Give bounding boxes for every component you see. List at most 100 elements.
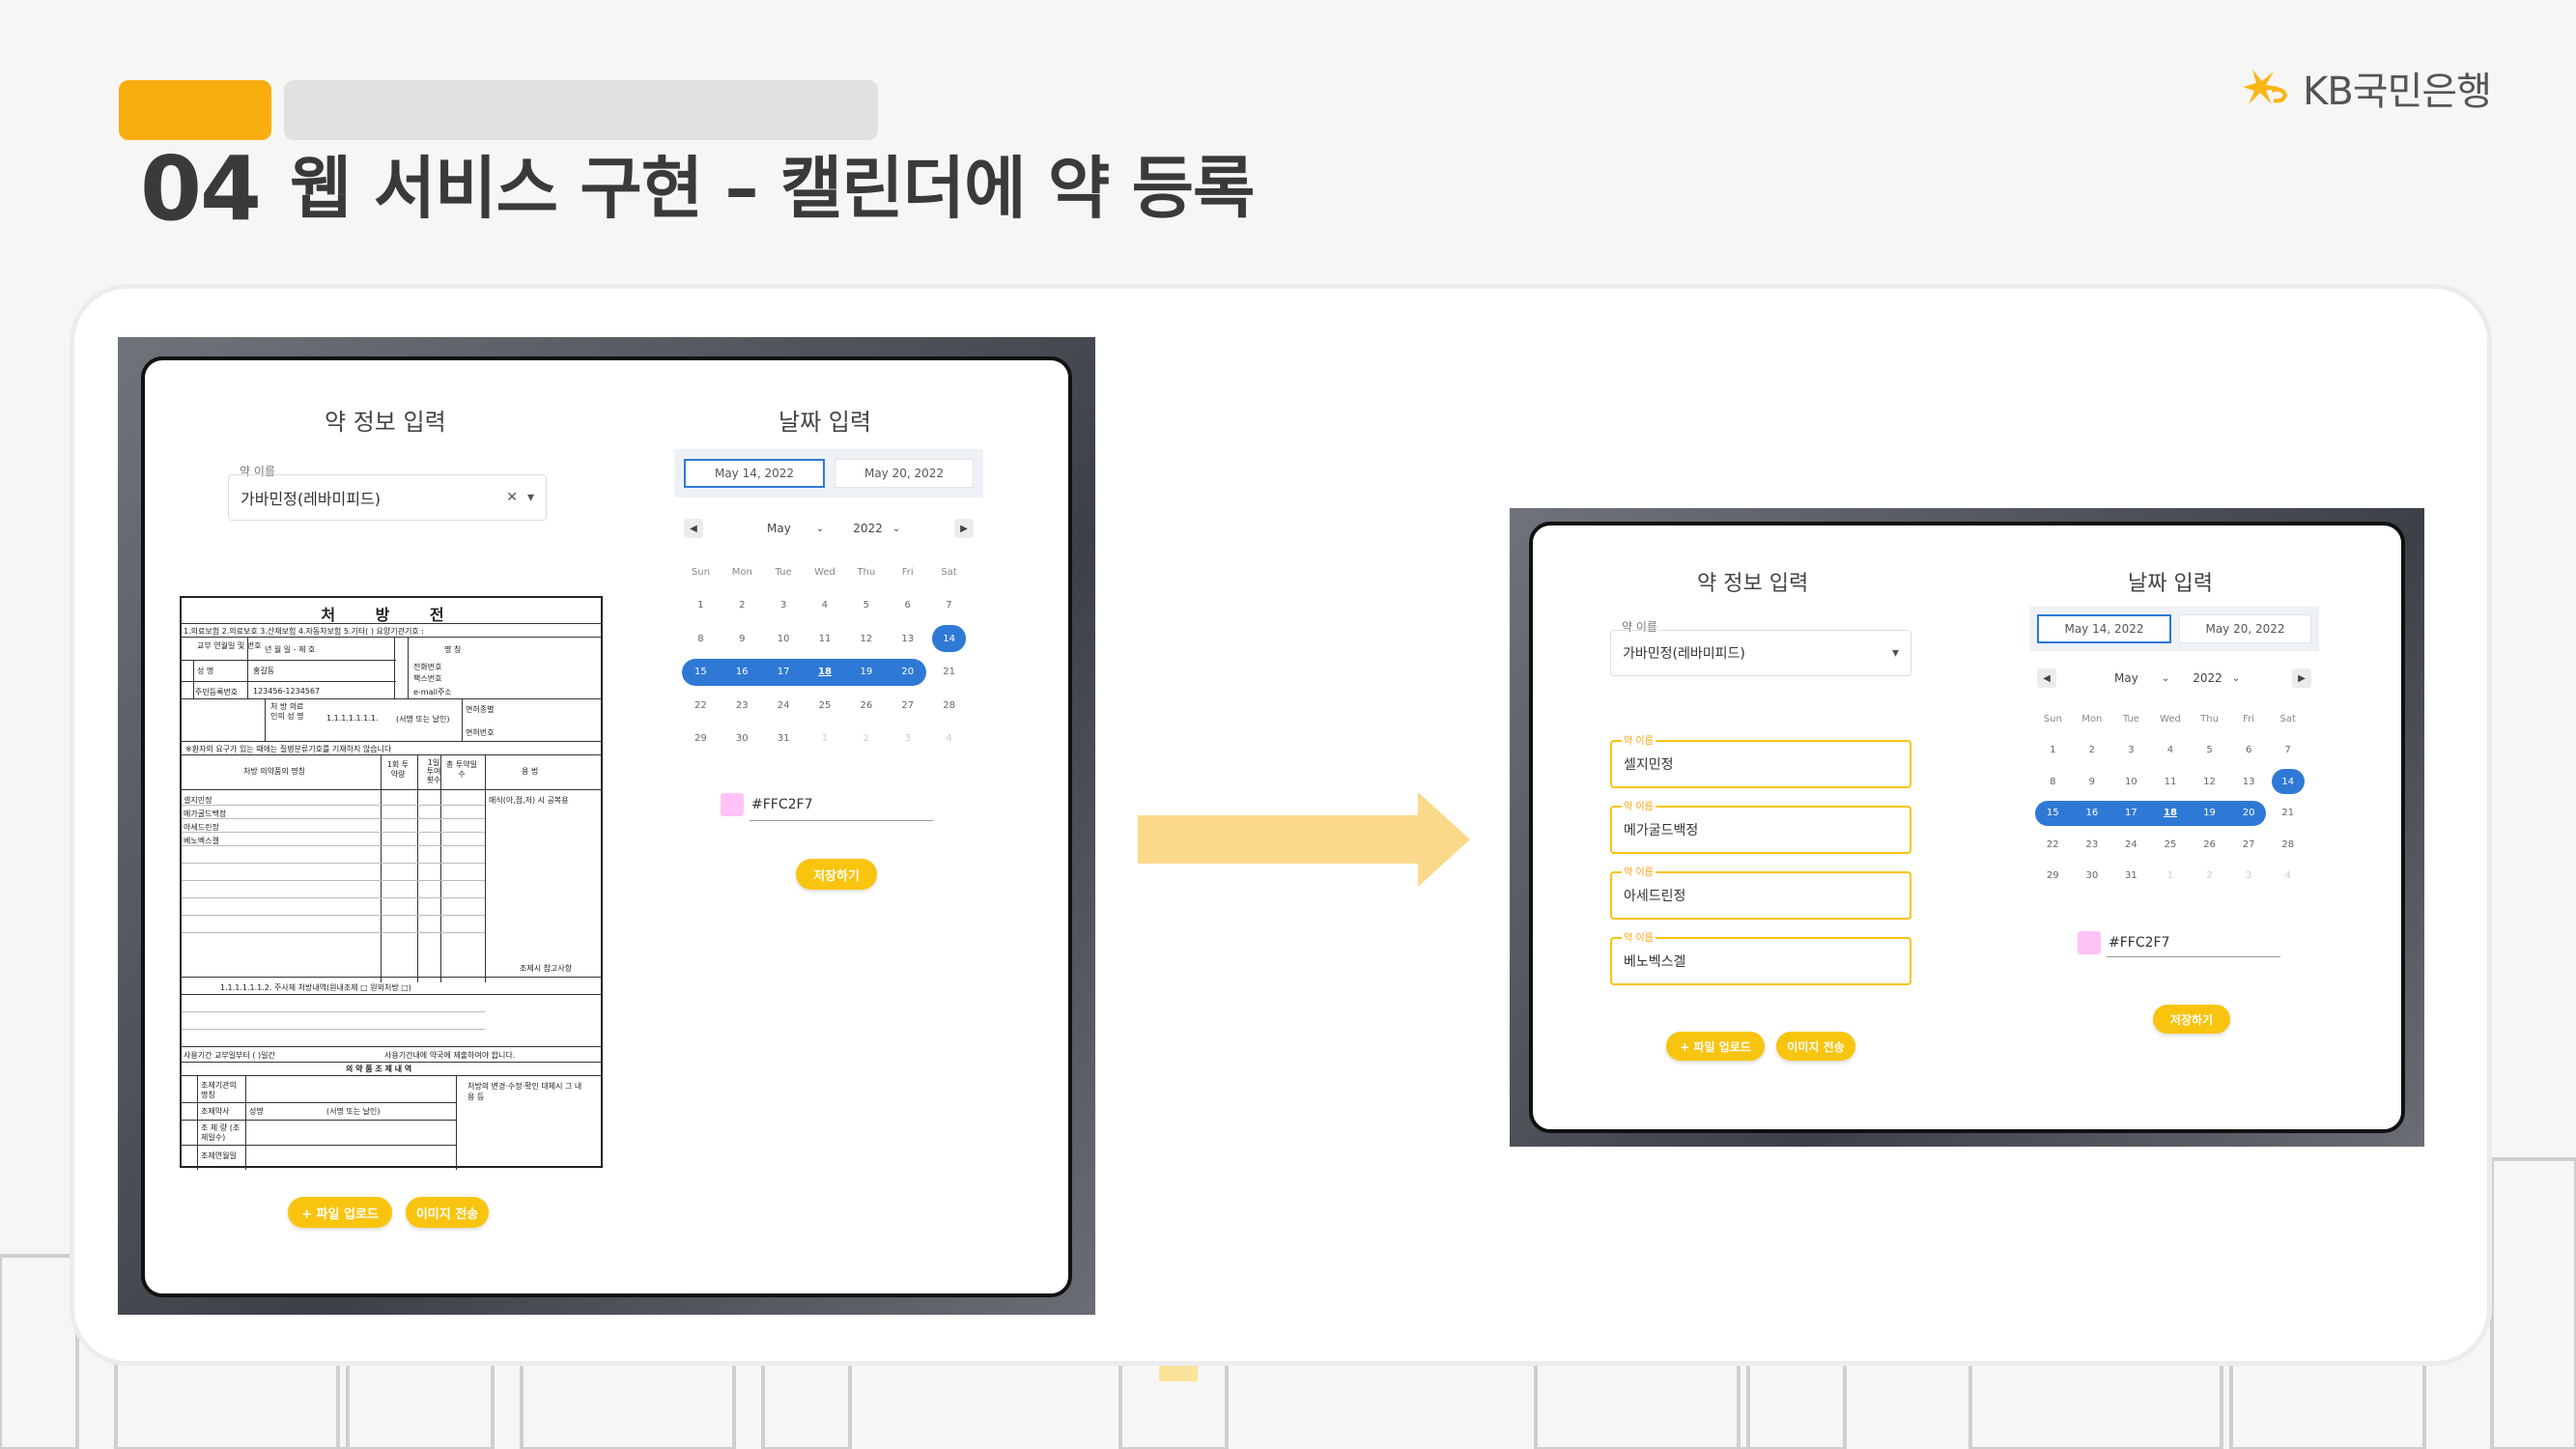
month-select[interactable]: May: [767, 522, 791, 535]
arrow-right-icon: [1138, 792, 1470, 887]
calendar-day[interactable]: 7: [928, 600, 970, 611]
calendar-day[interactable]: 29: [2033, 870, 2073, 881]
calendar-day[interactable]: 30: [722, 733, 763, 744]
calendar-day[interactable]: 3: [2111, 745, 2151, 755]
calendar-day[interactable]: 4: [2151, 745, 2191, 755]
calendar-day[interactable]: 4: [805, 600, 846, 611]
calendar-day[interactable]: 27: [887, 700, 928, 711]
calendar-day[interactable]: 1: [680, 600, 722, 611]
year-select[interactable]: 2022: [853, 522, 883, 535]
year-select[interactable]: 2022: [2193, 671, 2222, 685]
calendar-day[interactable]: 19: [2190, 808, 2229, 818]
calendar-day[interactable]: 25: [2151, 839, 2191, 850]
calendar-day[interactable]: 16: [722, 667, 763, 677]
rx-amount: 조 제 량 (조제일수): [201, 1123, 241, 1142]
color-swatch[interactable]: [2078, 931, 2101, 954]
calendar-day[interactable]: 19: [845, 667, 887, 677]
calendar-day[interactable]: 25: [805, 700, 846, 711]
calendar-day[interactable]: 22: [680, 700, 722, 711]
calendar-day[interactable]: 18: [805, 667, 846, 677]
color-picker[interactable]: #FFC2F7: [2078, 931, 2169, 954]
calendar-day[interactable]: 15: [2033, 808, 2073, 818]
calendar-day[interactable]: 24: [763, 700, 805, 711]
next-month-icon[interactable]: ▶: [2292, 668, 2311, 688]
calendar-day[interactable]: 5: [2190, 745, 2229, 755]
file-upload-button[interactable]: + 파일 업로드: [288, 1197, 392, 1228]
calendar-day[interactable]: 21: [2268, 808, 2307, 818]
prev-month-icon[interactable]: ◀: [684, 519, 703, 538]
chevron-down-icon[interactable]: ▾: [527, 490, 534, 505]
color-picker[interactable]: #FFC2F7: [721, 793, 812, 816]
calendar-day[interactable]: 18: [2151, 808, 2191, 818]
calendar-day[interactable]: 2: [2073, 745, 2112, 755]
med-field-4[interactable]: 베노벡스겔: [1610, 937, 1911, 985]
calendar-day[interactable]: 5: [845, 600, 887, 611]
clear-icon[interactable]: ✕: [506, 490, 518, 505]
calendar-day[interactable]: 6: [2229, 745, 2269, 755]
med-field-3[interactable]: 아세드린정: [1610, 871, 1911, 920]
calendar-day[interactable]: 23: [2073, 839, 2112, 850]
calendar-day[interactable]: 13: [887, 634, 928, 644]
calendar-day[interactable]: 30: [2073, 870, 2112, 881]
calendar-day[interactable]: 8: [680, 634, 722, 644]
med-name-select[interactable]: 가바민정(레바미피드) ▾: [1610, 630, 1911, 676]
chevron-down-icon[interactable]: ▾: [1892, 645, 1899, 661]
chevron-down-icon[interactable]: ⌄: [2232, 673, 2240, 684]
file-upload-button[interactable]: + 파일 업로드: [1666, 1032, 1765, 1061]
calendar-day[interactable]: 29: [680, 733, 722, 744]
calendar-day[interactable]: 2: [722, 600, 763, 611]
calendar-day[interactable]: 7: [2268, 745, 2307, 755]
next-month-icon[interactable]: ▶: [954, 519, 974, 538]
month-select[interactable]: May: [2114, 671, 2138, 685]
calendar-day[interactable]: 12: [845, 634, 887, 644]
calendar-day[interactable]: 15: [680, 667, 722, 677]
send-image-button[interactable]: 이미지 전송: [406, 1197, 489, 1228]
calendar-day[interactable]: 20: [2229, 808, 2269, 818]
chevron-down-icon[interactable]: ⌄: [816, 524, 824, 534]
med-name-select[interactable]: 가바민정(레바미피드) ✕ ▾: [228, 474, 547, 521]
calendar-day[interactable]: 12: [2190, 777, 2229, 787]
calendar-day[interactable]: 1: [2033, 745, 2073, 755]
med-field-1[interactable]: 셀지민정: [1610, 740, 1911, 788]
calendar-day[interactable]: 8: [2033, 777, 2073, 787]
save-button[interactable]: 저장하기: [796, 859, 877, 890]
calendar-day[interactable]: 24: [2111, 839, 2151, 850]
end-date-input[interactable]: May 20, 2022: [2179, 614, 2311, 643]
chevron-down-icon[interactable]: ⌄: [2162, 673, 2169, 684]
end-date-input[interactable]: May 20, 2022: [835, 459, 974, 488]
calendar-day[interactable]: 17: [2111, 808, 2151, 818]
calendar-day[interactable]: 20: [887, 667, 928, 677]
calendar-day[interactable]: 3: [763, 600, 805, 611]
calendar-day[interactable]: 31: [763, 733, 805, 744]
calendar-day[interactable]: 9: [2073, 777, 2112, 787]
calendar-day[interactable]: 26: [2190, 839, 2229, 850]
app-window: 약 정보 입력 약 이름 가바민정(레바미피드) ▾ 셀지민정 약 이름 메가굴…: [1529, 522, 2405, 1133]
calendar-day[interactable]: 14: [928, 634, 970, 644]
calendar-day[interactable]: 11: [2151, 777, 2191, 787]
chevron-down-icon[interactable]: ⌄: [892, 524, 900, 534]
calendar-day[interactable]: 21: [928, 667, 970, 677]
start-date-input[interactable]: May 14, 2022: [684, 459, 825, 488]
calendar-day[interactable]: 10: [2111, 777, 2151, 787]
calendar-day[interactable]: 28: [2268, 839, 2307, 850]
calendar-day[interactable]: 13: [2229, 777, 2269, 787]
med-field-2[interactable]: 메가굴드백정: [1610, 806, 1911, 854]
send-image-button[interactable]: 이미지 전송: [1776, 1032, 1855, 1061]
calendar-day[interactable]: 27: [2229, 839, 2269, 850]
calendar-day[interactable]: 22: [2033, 839, 2073, 850]
calendar-day[interactable]: 6: [887, 600, 928, 611]
calendar-day[interactable]: 16: [2073, 808, 2112, 818]
start-date-input[interactable]: May 14, 2022: [2037, 614, 2171, 643]
calendar-day[interactable]: 11: [805, 634, 846, 644]
color-swatch[interactable]: [721, 793, 744, 816]
calendar-day[interactable]: 28: [928, 700, 970, 711]
calendar-day[interactable]: 10: [763, 634, 805, 644]
save-button[interactable]: 저장하기: [2153, 1005, 2230, 1034]
calendar-day[interactable]: 31: [2111, 870, 2151, 881]
calendar-day[interactable]: 26: [845, 700, 887, 711]
calendar-day[interactable]: 23: [722, 700, 763, 711]
calendar-day[interactable]: 17: [763, 667, 805, 677]
prev-month-icon[interactable]: ◀: [2037, 668, 2056, 688]
calendar-day[interactable]: 14: [2268, 777, 2307, 787]
calendar-day[interactable]: 9: [722, 634, 763, 644]
